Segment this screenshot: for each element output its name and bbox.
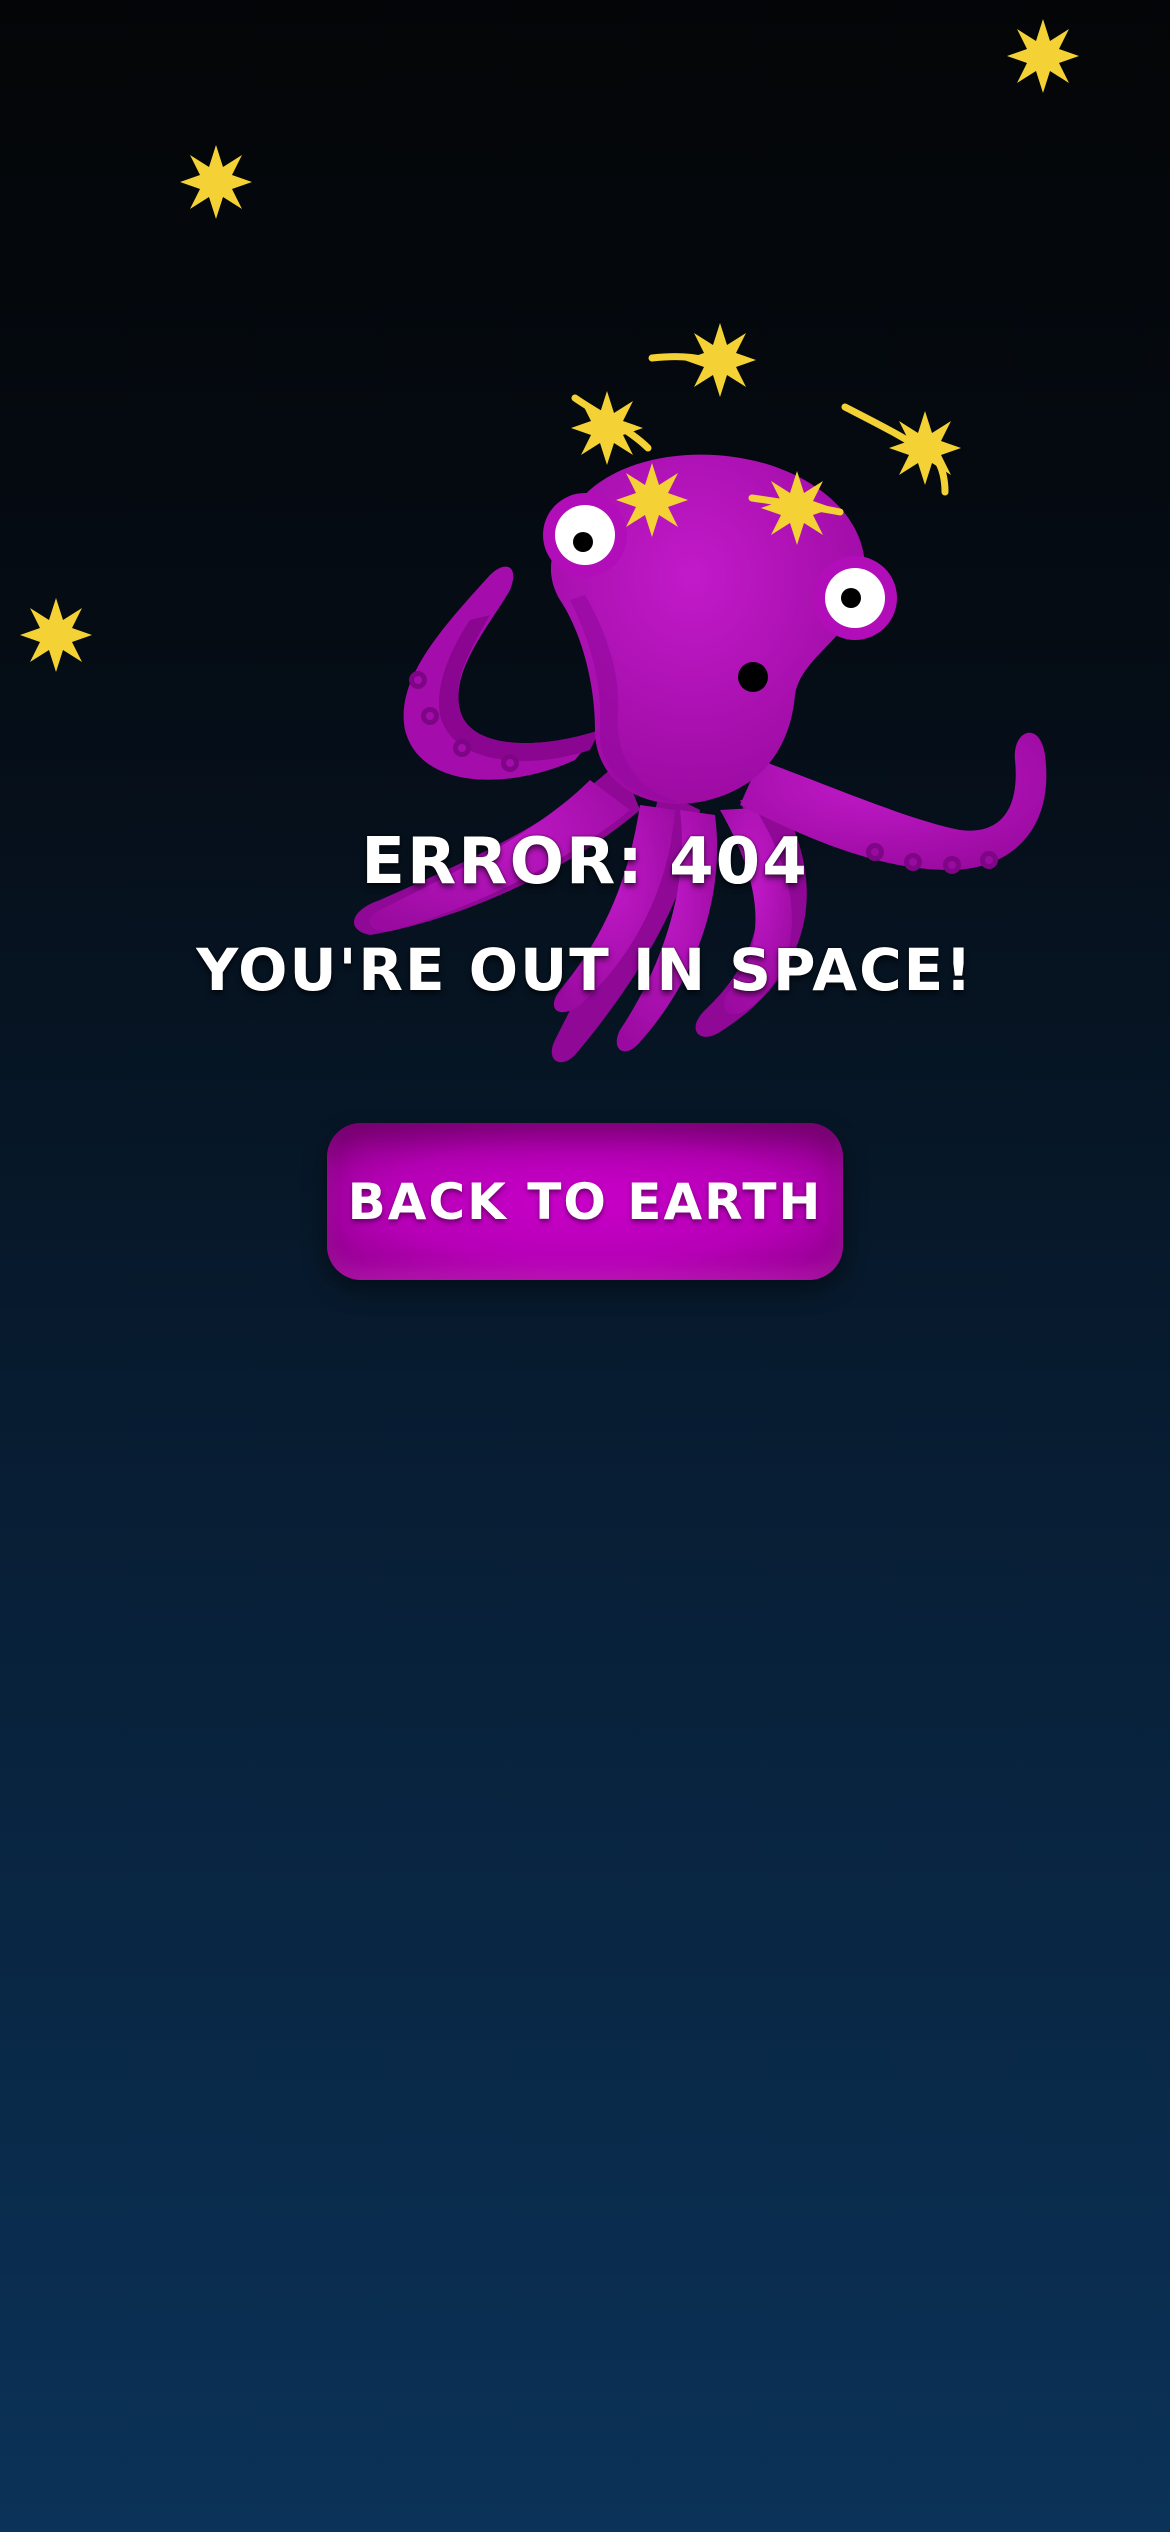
- back-to-earth-button[interactable]: BACK TO EARTH: [327, 1123, 843, 1280]
- star-icon: [180, 145, 252, 219]
- error-subtitle: YOU'RE OUT IN SPACE!: [196, 936, 974, 1004]
- error-404-screen: ERROR: 404 YOU'RE OUT IN SPACE! BACK TO …: [0, 0, 1170, 2532]
- error-title: ERROR: 404: [361, 825, 809, 899]
- star-icon: [20, 598, 92, 672]
- back-to-earth-label: BACK TO EARTH: [347, 1172, 823, 1231]
- star-icon: [1007, 19, 1079, 93]
